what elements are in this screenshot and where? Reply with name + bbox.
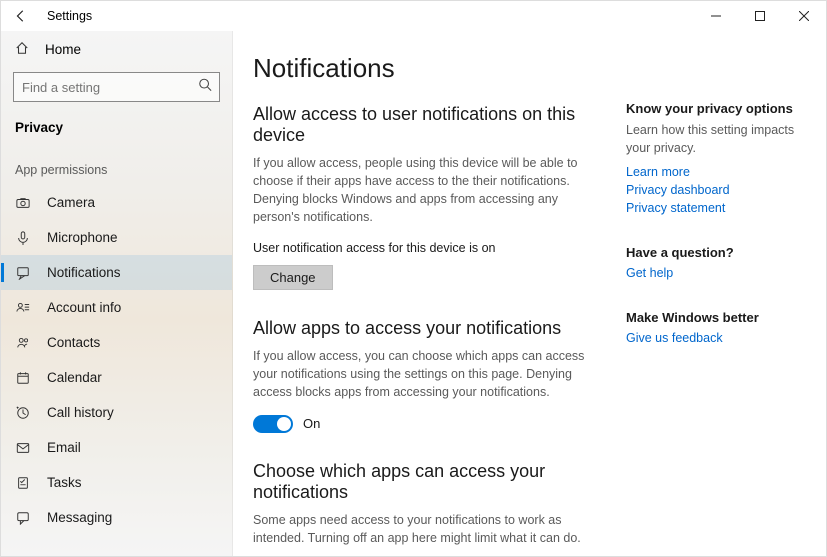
section1-heading: Allow access to user notifications on th… — [253, 104, 606, 146]
sidebar-group-label: App permissions — [1, 151, 232, 185]
aside-question-heading: Have a question? — [626, 245, 810, 260]
search-input[interactable] — [13, 72, 220, 102]
sidebar-item-label: Tasks — [47, 475, 82, 490]
sidebar-item-call-history[interactable]: Call history — [1, 395, 232, 430]
sidebar-item-tasks[interactable]: Tasks — [1, 465, 232, 500]
change-button[interactable]: Change — [253, 265, 333, 290]
sidebar-item-label: Account info — [47, 300, 121, 315]
sidebar-item-label: Microphone — [47, 230, 118, 245]
search-icon — [198, 78, 212, 97]
microphone-icon — [15, 231, 31, 245]
content: Notifications Allow access to user notif… — [233, 31, 826, 556]
page-title: Notifications — [253, 53, 606, 84]
aside-privacy-desc: Learn how this setting impacts your priv… — [626, 122, 810, 157]
sidebar-item-label: Contacts — [47, 335, 100, 350]
toggle-state-label: On — [303, 416, 320, 431]
link-give-feedback[interactable]: Give us feedback — [626, 331, 810, 345]
aside-privacy: Know your privacy options Learn how this… — [626, 101, 810, 215]
sidebar-item-microphone[interactable]: Microphone — [1, 220, 232, 255]
sidebar-home[interactable]: Home — [1, 31, 232, 68]
sidebar-item-label: Email — [47, 440, 81, 455]
link-privacy-dashboard[interactable]: Privacy dashboard — [626, 183, 810, 197]
app-title: Settings — [47, 9, 92, 23]
aside-question: Have a question? Get help — [626, 245, 810, 280]
sidebar-item-messaging[interactable]: Messaging — [1, 500, 232, 535]
section1-desc: If you allow access, people using this d… — [253, 154, 606, 227]
sidebar-item-label: Camera — [47, 195, 95, 210]
section-choose-apps: Choose which apps can access your notifi… — [253, 461, 606, 547]
sidebar-item-calendar[interactable]: Calendar — [1, 360, 232, 395]
sidebar-item-label: Messaging — [47, 510, 112, 525]
nav-list: Camera Microphone Notifications Account … — [1, 185, 232, 535]
aside-panel: Know your privacy options Learn how this… — [626, 31, 826, 556]
home-icon — [15, 41, 29, 58]
app-access-toggle[interactable] — [253, 415, 293, 433]
sidebar-item-notifications[interactable]: Notifications — [1, 255, 232, 290]
section-device-access: Allow access to user notifications on th… — [253, 104, 606, 290]
link-privacy-statement[interactable]: Privacy statement — [626, 201, 810, 215]
link-get-help[interactable]: Get help — [626, 266, 810, 280]
tasks-icon — [15, 476, 31, 490]
sidebar: Home Privacy App permissions Camera — [1, 31, 233, 556]
back-button[interactable] — [13, 8, 29, 24]
sidebar-home-label: Home — [45, 42, 81, 57]
sidebar-item-label: Call history — [47, 405, 114, 420]
titlebar: Settings — [1, 1, 826, 31]
sidebar-item-camera[interactable]: Camera — [1, 185, 232, 220]
link-learn-more[interactable]: Learn more — [626, 165, 810, 179]
sidebar-item-email[interactable]: Email — [1, 430, 232, 465]
minimize-button[interactable] — [694, 1, 738, 31]
aside-privacy-heading: Know your privacy options — [626, 101, 810, 116]
sidebar-item-contacts[interactable]: Contacts — [1, 325, 232, 360]
section2-heading: Allow apps to access your notifications — [253, 318, 606, 339]
sidebar-section-title: Privacy — [1, 110, 232, 147]
account-icon — [15, 301, 31, 315]
camera-icon — [15, 196, 31, 210]
messaging-icon — [15, 511, 31, 525]
call-history-icon — [15, 406, 31, 420]
section-app-access: Allow apps to access your notifications … — [253, 318, 606, 433]
aside-feedback: Make Windows better Give us feedback — [626, 310, 810, 345]
main-panel: Notifications Allow access to user notif… — [233, 31, 626, 556]
contacts-icon — [15, 336, 31, 350]
sidebar-item-label: Calendar — [47, 370, 102, 385]
section3-desc: Some apps need access to your notificati… — [253, 511, 606, 547]
section3-heading: Choose which apps can access your notifi… — [253, 461, 606, 503]
email-icon — [15, 441, 31, 455]
section2-desc: If you allow access, you can choose whic… — [253, 347, 606, 401]
aside-feedback-heading: Make Windows better — [626, 310, 810, 325]
close-button[interactable] — [782, 1, 826, 31]
calendar-icon — [15, 371, 31, 385]
sidebar-item-account-info[interactable]: Account info — [1, 290, 232, 325]
search-wrap — [13, 72, 220, 102]
settings-window: Settings Home Privacy — [0, 0, 827, 557]
notifications-icon — [15, 266, 31, 280]
sidebar-item-label: Notifications — [47, 265, 121, 280]
maximize-button[interactable] — [738, 1, 782, 31]
section1-status: User notification access for this device… — [253, 241, 606, 255]
